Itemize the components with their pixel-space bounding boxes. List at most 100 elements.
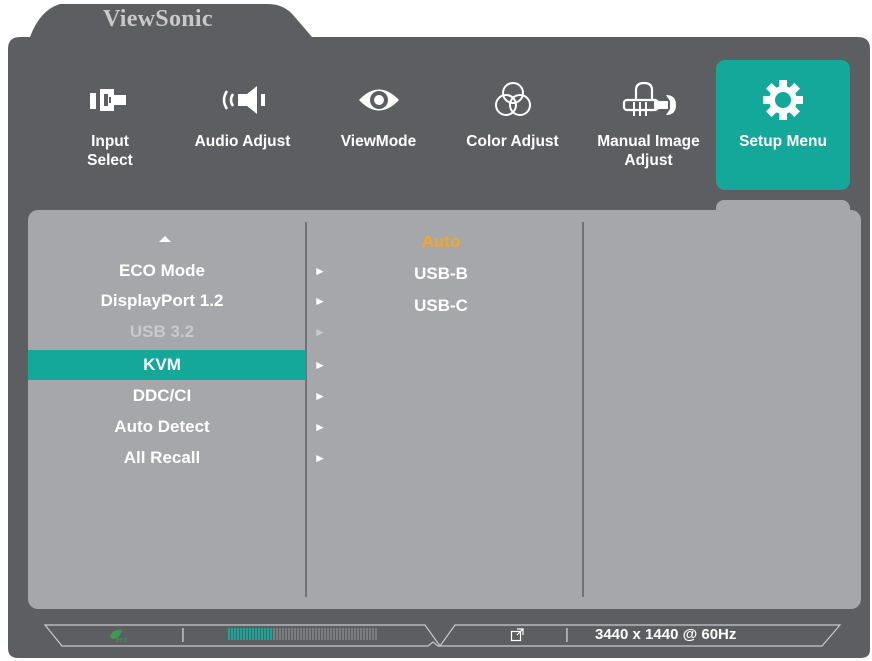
brightness-segment — [348, 628, 350, 640]
brightness-segment — [303, 628, 305, 640]
menu-item-auto-detect[interactable]: Auto Detect ► — [28, 412, 326, 442]
tab-setup-menu[interactable]: Setup Menu — [716, 60, 850, 190]
brightness-segment — [285, 628, 287, 640]
brand-logo: ViewSonic — [103, 6, 213, 32]
brightness-segment — [237, 628, 239, 640]
brightness-level-bar — [228, 628, 377, 640]
brightness-segment — [366, 628, 368, 640]
menu-item-label: All Recall — [123, 448, 201, 467]
brightness-segment — [276, 628, 278, 640]
menu-item-label: USB 3.2 — [129, 322, 195, 341]
brightness-segment — [321, 628, 323, 640]
tab-label: Setup Menu — [739, 133, 827, 150]
brightness-segment — [312, 628, 314, 640]
brightness-segment — [369, 628, 371, 640]
brightness-segment — [351, 628, 353, 640]
menu-item-eco-mode[interactable]: ECO Mode ► — [28, 256, 326, 286]
tab-label: ViewMode — [340, 133, 417, 150]
menu-item-ddc-ci[interactable]: DDC/CI ► — [28, 381, 326, 411]
brightness-segment — [270, 628, 272, 640]
brightness-segment — [291, 628, 293, 640]
brightness-segment — [309, 628, 311, 640]
menu-item-all-recall[interactable]: All Recall ► — [28, 443, 326, 473]
brightness-segment — [240, 628, 242, 640]
color-circles-icon — [450, 78, 575, 122]
brightness-segment — [297, 628, 299, 640]
brightness-segment — [288, 628, 290, 640]
brightness-segment — [336, 628, 338, 640]
tab-label: Manual Image Adjust — [597, 133, 700, 169]
input-select-icon — [50, 78, 170, 122]
brightness-segment — [324, 628, 326, 640]
tab-color-adjust[interactable]: Color Adjust — [450, 60, 575, 190]
brightness-segment — [294, 628, 296, 640]
option-auto[interactable]: Auto — [305, 232, 577, 252]
brightness-segment — [372, 628, 374, 640]
svg-text:eco: eco — [116, 637, 127, 643]
external-link-icon — [510, 628, 524, 642]
menu-item-kvm[interactable]: KVM ► — [28, 350, 326, 380]
brightness-segment — [234, 628, 236, 640]
brightness-segment — [267, 628, 269, 640]
brightness-segment — [231, 628, 233, 640]
brightness-segment — [363, 628, 365, 640]
tab-viewmode[interactable]: ViewMode — [316, 60, 441, 190]
menu-item-label: Auto Detect — [114, 417, 210, 436]
brightness-segment — [330, 628, 332, 640]
hand-wrench-icon — [586, 78, 711, 122]
brightness-segment — [300, 628, 302, 640]
speaker-icon — [180, 78, 305, 122]
menu-item-displayport[interactable]: DisplayPort 1.2 ► — [28, 286, 326, 316]
brightness-segment — [249, 628, 251, 640]
menu-item-label: DDC/CI — [132, 386, 192, 405]
brightness-segment — [273, 628, 275, 640]
brightness-segment — [261, 628, 263, 640]
tab-manual-image-adjust[interactable]: Manual Image Adjust — [586, 60, 711, 190]
brightness-segment — [360, 628, 362, 640]
tab-audio-adjust[interactable]: Audio Adjust — [180, 60, 305, 190]
menu-item-label: ECO Mode — [119, 261, 205, 280]
brightness-segment — [318, 628, 320, 640]
scroll-up-icon[interactable] — [159, 235, 171, 243]
arrow-right-icon: ► — [314, 325, 326, 339]
option-usb-b[interactable]: USB-B — [305, 264, 577, 284]
brightness-segment — [342, 628, 344, 640]
brightness-segment — [357, 628, 359, 640]
arrow-right-icon: ► — [314, 389, 326, 403]
brightness-segment — [282, 628, 284, 640]
status-separator: | — [181, 626, 185, 643]
arrow-right-icon: ► — [314, 420, 326, 434]
gear-icon — [716, 78, 850, 122]
menu-item-usb[interactable]: USB 3.2 ► — [28, 317, 326, 347]
brightness-segment — [258, 628, 260, 640]
brightness-segment — [333, 628, 335, 640]
brightness-segment — [255, 628, 257, 640]
status-separator: | — [565, 626, 569, 643]
eye-icon — [316, 78, 441, 122]
brightness-segment — [306, 628, 308, 640]
arrow-right-icon: ► — [314, 451, 326, 465]
tab-label: Input Select — [87, 133, 133, 169]
menu-item-label: KVM — [143, 355, 181, 374]
brightness-segment — [315, 628, 317, 640]
tab-label: Audio Adjust — [194, 133, 291, 150]
menu-item-label: DisplayPort 1.2 — [100, 291, 224, 310]
brightness-segment — [375, 628, 377, 640]
tab-label: Color Adjust — [466, 133, 559, 150]
brightness-segment — [279, 628, 281, 640]
brightness-segment — [327, 628, 329, 640]
brightness-segment — [339, 628, 341, 640]
brightness-segment — [252, 628, 254, 640]
brightness-segment — [345, 628, 347, 640]
arrow-right-icon: ► — [314, 358, 326, 372]
tab-input-select[interactable]: Input Select — [50, 60, 170, 190]
osd-menu: ViewSonic Input Select Audio Adjust View… — [0, 0, 872, 661]
brightness-segment — [264, 628, 266, 640]
brightness-segment — [228, 628, 230, 640]
eco-leaf-icon: eco — [110, 629, 127, 643]
brightness-segment — [243, 628, 245, 640]
option-usb-c[interactable]: USB-C — [305, 296, 577, 316]
brightness-segment — [246, 628, 248, 640]
brightness-segment — [354, 628, 356, 640]
resolution-readout: 3440 x 1440 @ 60Hz — [595, 626, 737, 643]
